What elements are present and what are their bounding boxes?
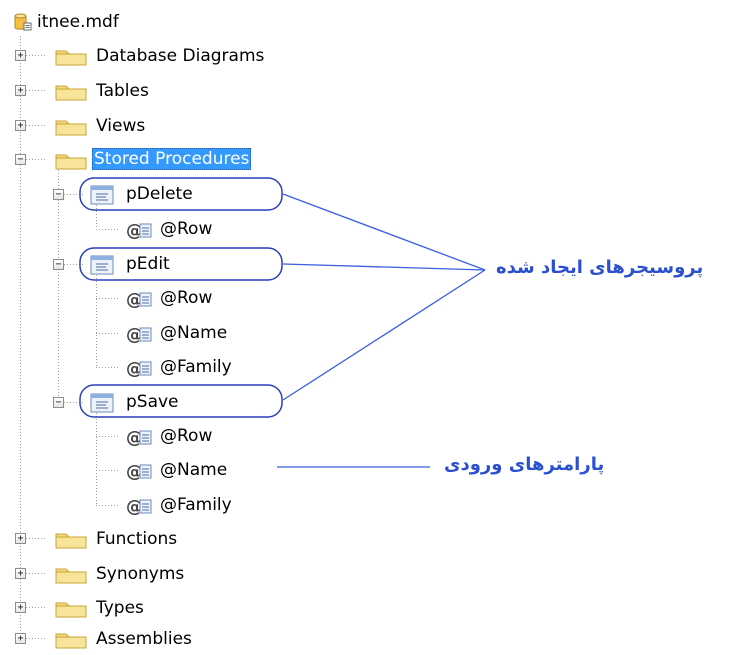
collapse-button[interactable]: − (53, 397, 64, 408)
parameter-label: @Row (160, 288, 213, 308)
parameter-icon: @ (126, 428, 152, 448)
node-label: Assemblies (96, 629, 192, 649)
tree-node-parameter[interactable]: @ @Name (0, 454, 260, 486)
folder-icon (55, 568, 87, 584)
procedure-label: pEdit (126, 254, 170, 274)
parameter-label: @Family (160, 357, 232, 377)
object-explorer-tree: itnee.mdf + Database Diagrams + Tables +… (0, 0, 756, 655)
tree-node-parameter[interactable]: @ @Row (0, 213, 260, 245)
tree-node-synonyms[interactable]: + Synonyms (0, 558, 200, 590)
stored-procedure-icon (90, 393, 114, 413)
collapse-button[interactable]: − (15, 154, 26, 165)
tree-node-functions[interactable]: + Functions (0, 523, 200, 555)
tree-node-stored-procedures[interactable]: − Stored Procedures (0, 144, 300, 176)
node-label: Types (96, 598, 144, 618)
database-file-icon (14, 13, 32, 31)
tree-node-root[interactable]: itnee.mdf (0, 6, 200, 38)
expand-button[interactable]: + (15, 568, 26, 579)
parameter-label: @Family (160, 495, 232, 515)
callout-line (282, 269, 486, 401)
parameter-icon: @ (126, 221, 152, 241)
tree-node-assemblies[interactable]: + Assemblies (0, 623, 200, 655)
tree-node-tables[interactable]: + Tables (0, 75, 200, 107)
folder-icon (55, 533, 87, 549)
tree-node-parameter[interactable]: @ @Row (0, 282, 260, 314)
folder-icon (55, 633, 87, 649)
tree-node-parameter[interactable]: @ @Family (0, 351, 260, 383)
expand-button[interactable]: + (15, 533, 26, 544)
parameter-icon: @ (126, 290, 152, 310)
folder-icon (55, 85, 87, 101)
stored-procedure-icon (90, 255, 114, 275)
parameter-icon: @ (126, 462, 152, 482)
stored-procedure-icon (90, 185, 114, 205)
folder-icon (55, 154, 87, 170)
parameter-label: @Name (160, 323, 228, 343)
tree-node-procedure[interactable]: − pEdit (0, 248, 300, 280)
node-label: Stored Procedures (92, 148, 252, 170)
parameter-icon: @ (126, 359, 152, 379)
folder-icon (55, 120, 87, 136)
collapse-button[interactable]: − (53, 189, 64, 200)
node-label: Functions (96, 529, 178, 549)
tree-node-parameter[interactable]: @ @Name (0, 317, 260, 349)
callout-line (282, 263, 486, 271)
folder-icon (55, 50, 87, 66)
annotation-input-parameters: پارامترهای ورودی (444, 454, 605, 475)
folder-icon (55, 602, 87, 618)
tree-node-views[interactable]: + Views (0, 110, 200, 142)
tree-node-types[interactable]: + Types (0, 592, 200, 624)
expand-button[interactable]: + (15, 120, 26, 131)
procedure-label: pDelete (126, 184, 193, 204)
tree-node-database-diagrams[interactable]: + Database Diagrams (0, 40, 300, 72)
parameter-label: @Row (160, 219, 213, 239)
expand-button[interactable]: + (15, 633, 26, 644)
node-label: Synonyms (96, 564, 185, 584)
node-label: Tables (96, 81, 149, 101)
tree-node-procedure[interactable]: − pSave (0, 386, 300, 418)
root-label: itnee.mdf (37, 12, 119, 32)
node-label: Database Diagrams (96, 46, 265, 66)
parameter-label: @Name (160, 460, 228, 480)
tree-node-parameter[interactable]: @ @Family (0, 489, 260, 521)
collapse-button[interactable]: − (53, 259, 64, 270)
procedure-label: pSave (126, 392, 179, 412)
tree-node-procedure[interactable]: − pDelete (0, 178, 300, 210)
expand-button[interactable]: + (15, 602, 26, 613)
annotation-created-procedures: پروسیجرهای ایجاد شده (496, 257, 704, 278)
callout-line (282, 193, 486, 271)
parameter-label: @Row (160, 426, 213, 446)
expand-button[interactable]: + (15, 50, 26, 61)
parameter-icon: @ (126, 497, 152, 517)
parameter-icon: @ (126, 325, 152, 345)
tree-node-parameter[interactable]: @ @Row (0, 420, 260, 452)
expand-button[interactable]: + (15, 85, 26, 96)
node-label: Views (96, 116, 146, 136)
